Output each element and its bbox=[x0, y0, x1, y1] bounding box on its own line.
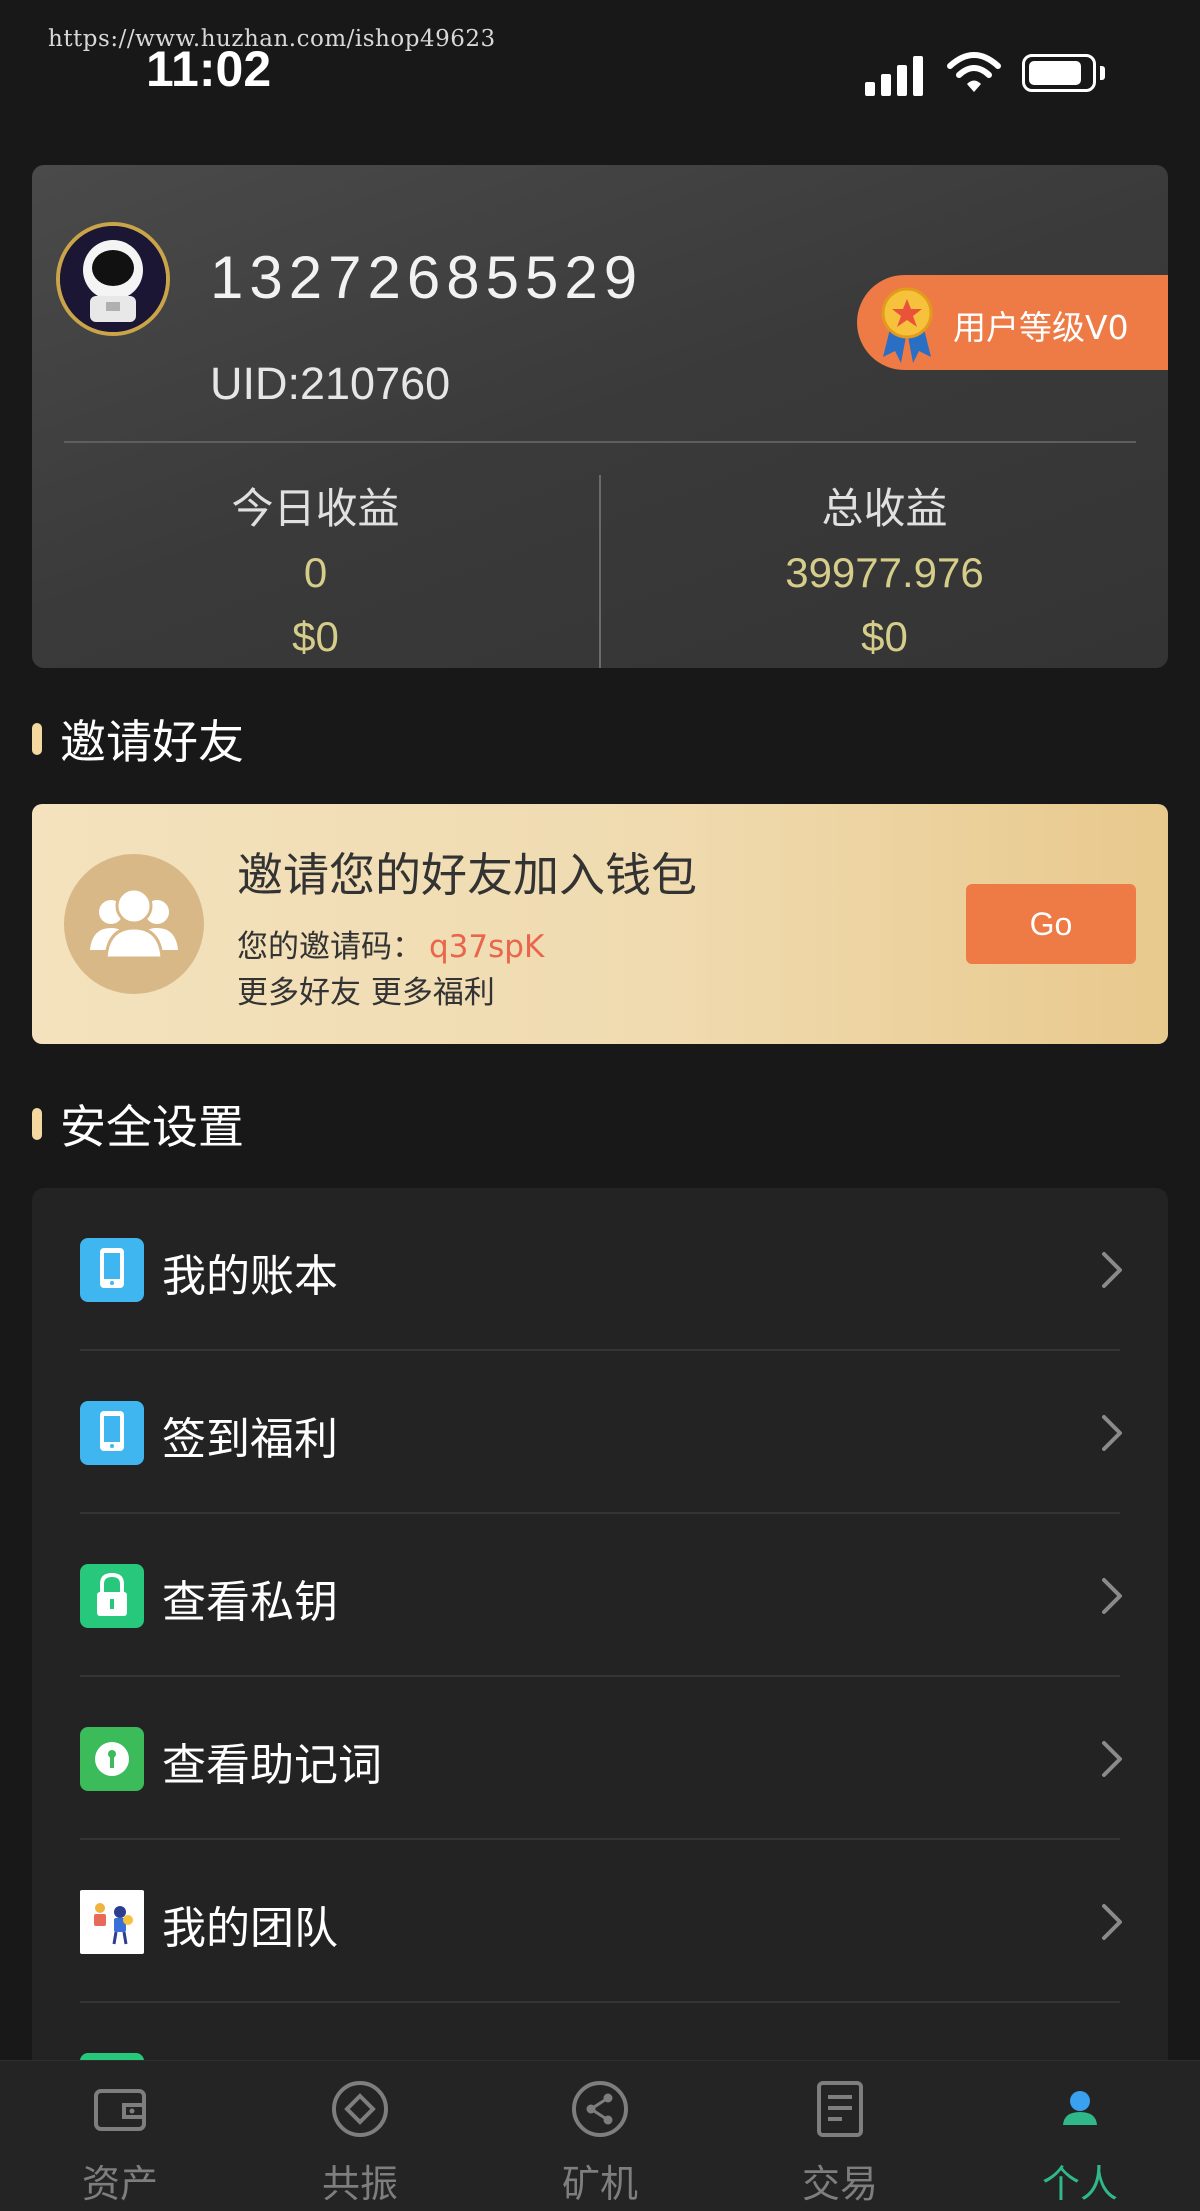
nav-item-miner[interactable]: 矿机 bbox=[480, 2061, 720, 2211]
phone-icon bbox=[80, 1401, 144, 1465]
keyhole-icon bbox=[80, 1727, 144, 1791]
today-earnings-value: 0 bbox=[303, 549, 328, 596]
avatar[interactable] bbox=[56, 222, 170, 336]
nav-label: 矿机 bbox=[561, 2162, 638, 2206]
item-divider bbox=[80, 2001, 1120, 2003]
chevron-right-icon bbox=[1102, 1415, 1122, 1451]
nav-item-profile[interactable]: 个人 bbox=[960, 2061, 1200, 2211]
medal-icon bbox=[881, 287, 933, 363]
invite-title: 邀请您的好友加入钱包 bbox=[237, 848, 697, 902]
settings-item-label: 我的团队 bbox=[162, 1903, 338, 1954]
share-node-icon bbox=[572, 2081, 628, 2137]
section-marker bbox=[32, 1108, 42, 1140]
total-earnings-usd: $0 bbox=[861, 613, 908, 660]
total-earnings-title: 总收益 bbox=[821, 484, 948, 533]
nav-label: 共振 bbox=[321, 2162, 398, 2206]
team-illustration-icon bbox=[80, 1890, 144, 1954]
phone-icon bbox=[80, 1238, 144, 1302]
nav-item-trade[interactable]: 交易 bbox=[720, 2061, 960, 2211]
settings-item-mnemonic[interactable]: 查看助记词 bbox=[32, 1677, 1168, 1840]
invite-subtitle: 更多好友 更多福利 bbox=[237, 975, 495, 1011]
invite-section-title: 邀请好友 bbox=[60, 715, 244, 769]
astronaut-icon bbox=[60, 226, 166, 332]
user-phone: 13272685529 bbox=[210, 244, 644, 311]
total-earnings: 总收益 39977.976 $0 bbox=[601, 477, 1168, 668]
settings-item-team[interactable]: 我的团队 bbox=[32, 1840, 1168, 2003]
document-icon bbox=[817, 2081, 863, 2137]
today-earnings-title: 今日收益 bbox=[231, 484, 400, 533]
invite-card: 邀请您的好友加入钱包 您的邀请码： q37spK 更多好友 更多福利 Go bbox=[32, 804, 1168, 1044]
watermark-url: https://www.huzhan.com/ishop49623 bbox=[48, 26, 496, 52]
bottom-nav: 资产 共振 矿机 交易 个人 bbox=[0, 2060, 1200, 2211]
security-section-title: 安全设置 bbox=[60, 1100, 244, 1154]
nav-item-resonance[interactable]: 共振 bbox=[240, 2061, 480, 2211]
settings-item-label: 签到福利 bbox=[162, 1414, 338, 1465]
settings-item-checkin[interactable]: 签到福利 bbox=[32, 1351, 1168, 1514]
nav-label: 交易 bbox=[801, 2162, 878, 2206]
nav-item-assets[interactable]: 资产 bbox=[0, 2061, 240, 2211]
user-level-label: 用户等级V0 bbox=[953, 308, 1129, 347]
today-earnings-usd: $0 bbox=[292, 613, 339, 660]
invite-section-header: 邀请好友 bbox=[32, 714, 244, 769]
section-marker bbox=[32, 723, 42, 755]
status-icons bbox=[862, 46, 1112, 96]
invite-icon bbox=[64, 854, 204, 994]
invite-code-label: 您的邀请码： bbox=[237, 929, 423, 965]
chevron-right-icon bbox=[1102, 1741, 1122, 1777]
user-level-badge[interactable]: 用户等级V0 bbox=[857, 275, 1168, 370]
lock-icon bbox=[80, 1564, 144, 1628]
nav-label: 个人 bbox=[1041, 2162, 1118, 2206]
card-divider bbox=[64, 441, 1136, 443]
settings-item-private-key[interactable]: 查看私钥 bbox=[32, 1514, 1168, 1677]
invite-code[interactable]: q37spK bbox=[429, 929, 544, 965]
today-earnings: 今日收益 0 $0 bbox=[32, 477, 599, 668]
user-uid: UID:210760 bbox=[210, 358, 451, 409]
profile-card: 13272685529 UID:210760 用户等级V0 今日收益 0 $0 … bbox=[32, 165, 1168, 668]
settings-item-ledger[interactable]: 我的账本 bbox=[32, 1188, 1168, 1351]
person-icon bbox=[1063, 2091, 1097, 2125]
status-time: 11:02 bbox=[146, 41, 272, 97]
diamond-circle-icon bbox=[332, 2081, 388, 2137]
chevron-right-icon bbox=[1102, 1904, 1122, 1940]
chevron-right-icon bbox=[1102, 1578, 1122, 1614]
settings-item-label: 查看私钥 bbox=[162, 1577, 338, 1628]
wifi-icon bbox=[947, 52, 1001, 92]
wallet-icon bbox=[94, 2089, 146, 2131]
security-settings-list: 我的账本 签到福利 查看私钥 查看助记词 我的团队 bbox=[32, 1188, 1168, 2211]
security-section-header: 安全设置 bbox=[32, 1099, 244, 1154]
settings-item-label: 我的账本 bbox=[162, 1251, 338, 1302]
chevron-right-icon bbox=[1102, 1252, 1122, 1288]
group-icon bbox=[90, 887, 178, 960]
invite-code-row: 您的邀请码： q37spK bbox=[237, 921, 544, 966]
go-button[interactable]: Go bbox=[966, 884, 1136, 964]
total-earnings-value: 39977.976 bbox=[785, 549, 984, 596]
battery-icon bbox=[1022, 54, 1096, 92]
settings-item-label: 查看助记词 bbox=[162, 1740, 382, 1791]
nav-label: 资产 bbox=[81, 2162, 158, 2206]
